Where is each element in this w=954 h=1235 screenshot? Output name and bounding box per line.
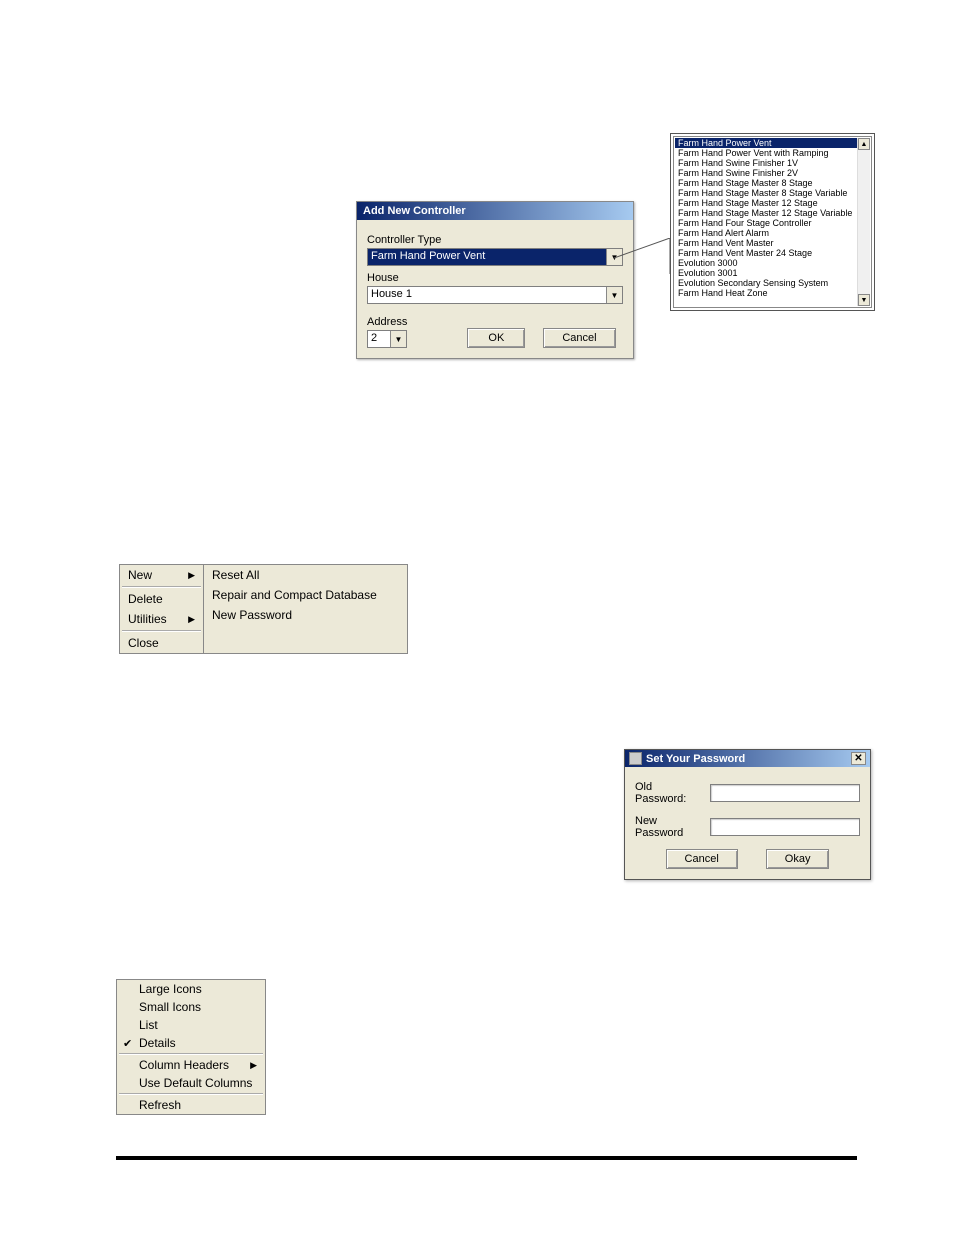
controller-type-value: Farm Hand Power Vent [368,249,606,265]
list-item[interactable]: Farm Hand Swine Finisher 2V [675,168,857,178]
close-icon[interactable]: ✕ [851,752,866,765]
menu-item-delete[interactable]: Delete [120,589,203,609]
menu-item-new[interactable]: New▶ [120,565,203,585]
house-value: House 1 [368,287,606,303]
dialog-title: Add New Controller [357,202,633,220]
menu-item-small-icons[interactable]: Small Icons [117,998,265,1016]
scroll-up-icon[interactable]: ▲ [858,138,870,150]
new-password-input[interactable] [710,818,860,836]
list-item[interactable]: Farm Hand Stage Master 8 Stage Variable [675,188,857,198]
arrow-right-icon: ▶ [188,614,195,625]
list-item[interactable]: Evolution 3001 [675,268,857,278]
list-item[interactable]: Farm Hand Vent Master [675,238,857,248]
house-label: House [367,272,623,284]
new-password-label: New Password [635,815,700,839]
chevron-down-icon[interactable]: ▼ [606,287,622,303]
menu-item-details[interactable]: ✔Details [117,1034,265,1052]
scroll-down-icon[interactable]: ▼ [858,294,870,306]
list-item[interactable]: Farm Hand Four Stage Controller [675,218,857,228]
list-item[interactable]: Farm Hand Vent Master 24 Stage [675,248,857,258]
list-item[interactable]: Evolution 3000 [675,258,857,268]
menu-item-utilities[interactable]: Utilities▶ [120,609,203,629]
address-label: Address [367,316,407,328]
app-icon [629,752,642,765]
menu-item-reset-all[interactable]: Reset All [204,565,407,585]
cancel-button[interactable]: Cancel [666,849,738,869]
menu-item-list[interactable]: List [117,1016,265,1034]
ok-button[interactable]: OK [467,328,525,348]
menu-item-column-headers[interactable]: Column Headers▶ [117,1056,265,1074]
list-item[interactable]: Evolution Secondary Sensing System [675,278,857,288]
list-item[interactable]: Farm Hand Alert Alarm [675,228,857,238]
arrow-right-icon: ▶ [188,570,195,581]
callout-line [614,238,676,274]
menu-item-large-icons[interactable]: Large Icons [117,980,265,998]
menu-item-new-password[interactable]: New Password [204,605,407,625]
list-item[interactable]: Farm Hand Power Vent with Ramping [675,148,857,158]
dialog-title: Set Your Password [646,753,745,765]
okay-button[interactable]: Okay [766,849,830,869]
list-item[interactable]: Farm Hand Stage Master 12 Stage Variable [675,208,857,218]
arrow-right-icon: ▶ [250,1060,257,1071]
chevron-down-icon[interactable]: ▼ [390,331,406,347]
address-value: 2 [368,331,390,347]
list-item[interactable]: Farm Hand Swine Finisher 1V [675,158,857,168]
list-item[interactable]: Farm Hand Heat Zone [675,288,857,298]
address-combo[interactable]: 2 ▼ [367,330,407,348]
menu-item-use-default-columns[interactable]: Use Default Columns [117,1074,265,1092]
controller-type-listbox: Farm Hand Power VentFarm Hand Power Vent… [670,133,875,311]
menu-item-close[interactable]: Close [120,633,203,653]
set-password-dialog: Set Your Password ✕ Old Password: New Pa… [624,749,871,880]
list-item[interactable]: Farm Hand Power Vent [675,138,857,148]
list-item[interactable]: Farm Hand Stage Master 8 Stage [675,178,857,188]
controller-type-combo[interactable]: Farm Hand Power Vent ▼ [367,248,623,266]
divider [116,1156,857,1160]
list-item[interactable]: Farm Hand Stage Master 12 Stage [675,198,857,208]
old-password-input[interactable] [710,784,860,802]
view-menu: Large Icons Small Icons List ✔Details Co… [116,979,266,1115]
cancel-button[interactable]: Cancel [543,328,615,348]
add-new-controller-dialog: Add New Controller Controller Type Farm … [356,201,634,359]
check-icon: ✔ [123,1037,132,1050]
scrollbar[interactable]: ▲ ▼ [857,138,870,306]
controller-type-label: Controller Type [367,234,623,246]
old-password-label: Old Password: [635,781,700,805]
menu-item-refresh[interactable]: Refresh [117,1096,265,1114]
menu-item-repair-compact[interactable]: Repair and Compact Database [204,585,407,605]
file-menu: New▶ Delete Utilities▶ Close Reset All R… [119,564,408,654]
house-combo[interactable]: House 1 ▼ [367,286,623,304]
